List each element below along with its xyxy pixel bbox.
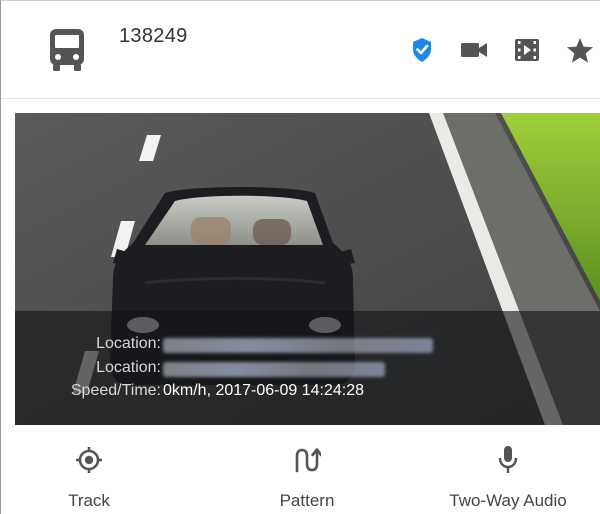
location-label: Location: — [96, 359, 161, 376]
favorite-star-icon[interactable] — [565, 35, 595, 65]
track-label: Track — [68, 491, 110, 510]
track-button[interactable]: Track — [53, 431, 125, 514]
pattern-button[interactable]: Pattern — [257, 431, 357, 514]
location-row: Location: — [15, 335, 600, 357]
two-way-audio-label: Two-Way Audio — [449, 491, 567, 510]
microphone-icon — [493, 445, 523, 475]
action-bar: Track Pattern Two-Way Audio — [1, 431, 600, 514]
speed-time-row: Speed/Time: 0km/h, 2017-06-09 14:24:28 — [15, 382, 600, 404]
pattern-arrows-icon — [292, 445, 322, 475]
location-redacted — [163, 338, 433, 353]
location-row: Location: — [15, 359, 600, 381]
capture-info-overlay: Location: Location: Speed/Time: 0km/h, 2… — [15, 311, 600, 425]
crosshair-icon — [74, 445, 104, 475]
vehicle-card: 138249 Location: Location: Speed/Time: 0… — [0, 0, 600, 514]
location-label: Location: — [96, 335, 161, 352]
verified-shield-icon[interactable] — [407, 35, 437, 65]
location-redacted — [163, 362, 385, 377]
two-way-audio-button[interactable]: Two-Way Audio — [431, 431, 585, 514]
vehicle-id: 138249 — [119, 25, 188, 47]
video-camera-icon[interactable] — [459, 35, 489, 65]
speed-time-value: 0km/h, 2017-06-09 14:24:28 — [163, 382, 365, 399]
card-header: 138249 — [1, 1, 600, 99]
playback-film-icon[interactable] — [512, 35, 542, 65]
bus-icon — [47, 27, 87, 73]
speed-time-label: Speed/Time: — [70, 382, 161, 399]
capture-snapshot[interactable]: Location: Location: Speed/Time: 0km/h, 2… — [15, 113, 600, 425]
pattern-label: Pattern — [279, 491, 335, 510]
